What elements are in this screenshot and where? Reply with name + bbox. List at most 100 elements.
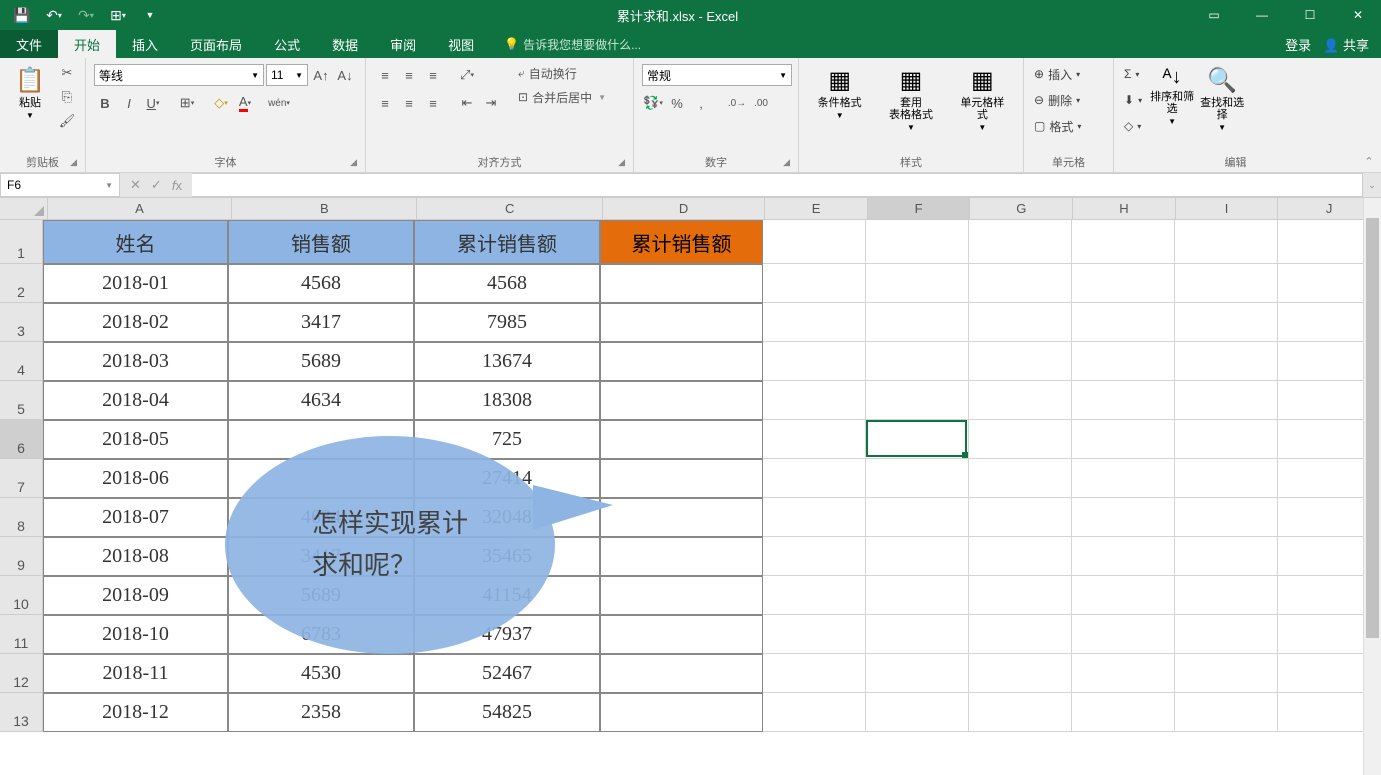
cell-I3[interactable] (1175, 303, 1278, 342)
cell-G11[interactable] (969, 615, 1072, 654)
fill-color-button[interactable]: ◇▾ (210, 92, 232, 114)
ribbon-options-icon[interactable]: ▭ (1191, 0, 1237, 30)
tab-data[interactable]: 数据 (316, 30, 374, 58)
align-top-icon[interactable]: ≡ (374, 64, 396, 86)
cell-H5[interactable] (1072, 381, 1175, 420)
share-button[interactable]: 👤 共享 (1323, 35, 1369, 54)
cut-icon[interactable]: ✂ (56, 62, 78, 84)
format-table-button[interactable]: ▦套用 表格格式▼ (887, 62, 935, 136)
close-icon[interactable]: ✕ (1335, 0, 1381, 30)
cell-A10[interactable]: 2018-09 (43, 576, 228, 615)
col-header-D[interactable]: D (603, 198, 765, 220)
cell-F13[interactable] (866, 693, 969, 732)
row-header-10[interactable]: 10 (0, 576, 43, 615)
cell-A12[interactable]: 2018-11 (43, 654, 228, 693)
font-name-combo[interactable]: 等线▼ (94, 64, 264, 86)
name-box[interactable]: F6▼ (0, 173, 120, 197)
cell-A13[interactable]: 2018-12 (43, 693, 228, 732)
cell-D6[interactable] (600, 420, 763, 459)
cell-G7[interactable] (969, 459, 1072, 498)
cell-I4[interactable] (1175, 342, 1278, 381)
expand-formula-icon[interactable]: ⌄ (1363, 173, 1381, 197)
underline-button[interactable]: U▾ (142, 92, 164, 114)
align-bottom-icon[interactable]: ≡ (422, 64, 444, 86)
select-all-corner[interactable] (0, 198, 48, 220)
minimize-icon[interactable]: — (1239, 0, 1285, 30)
cell-E3[interactable] (763, 303, 866, 342)
cell-C4[interactable]: 13674 (414, 342, 600, 381)
cell-D10[interactable] (600, 576, 763, 615)
dialog-launcher-icon[interactable]: ◢ (70, 157, 77, 168)
cell-E6[interactable] (763, 420, 866, 459)
delete-cells-button[interactable]: ⊖删除▾ (1030, 88, 1107, 112)
cell-F9[interactable] (866, 537, 969, 576)
col-header-B[interactable]: B (232, 198, 417, 220)
border-button[interactable]: ⊞▾ (176, 92, 198, 114)
col-header-C[interactable]: C (417, 198, 602, 220)
worksheet-grid[interactable]: ABCDEFGHIJ12345678910111213姓名销售额累计销售额累计销… (0, 198, 1381, 775)
cell-G9[interactable] (969, 537, 1072, 576)
dialog-launcher-icon[interactable]: ◢ (350, 157, 357, 168)
cell-D7[interactable] (600, 459, 763, 498)
cell-H13[interactable] (1072, 693, 1175, 732)
cell-I1[interactable] (1175, 220, 1278, 264)
cell-I13[interactable] (1175, 693, 1278, 732)
redo-icon[interactable]: ↷▾ (72, 3, 100, 27)
cell-B1[interactable]: 销售额 (228, 220, 414, 264)
tab-layout[interactable]: 页面布局 (174, 30, 258, 58)
cell-H7[interactable] (1072, 459, 1175, 498)
cell-F10[interactable] (866, 576, 969, 615)
align-left-icon[interactable]: ≡ (374, 92, 396, 114)
orientation-icon[interactable]: ⤢▾ (456, 64, 478, 86)
tab-view[interactable]: 视图 (432, 30, 490, 58)
col-header-A[interactable]: A (48, 198, 232, 220)
cell-A4[interactable]: 2018-03 (43, 342, 228, 381)
cell-styles-button[interactable]: ▦单元格样式▼ (958, 62, 1006, 136)
cell-E4[interactable] (763, 342, 866, 381)
col-header-I[interactable]: I (1176, 198, 1279, 220)
cell-E1[interactable] (763, 220, 866, 264)
tab-insert[interactable]: 插入 (116, 30, 174, 58)
cell-F5[interactable] (866, 381, 969, 420)
row-header-9[interactable]: 9 (0, 537, 43, 576)
decrease-indent-icon[interactable]: ⇤ (456, 92, 478, 114)
cell-D8[interactable] (600, 498, 763, 537)
cell-A5[interactable]: 2018-04 (43, 381, 228, 420)
cell-B3[interactable]: 3417 (228, 303, 414, 342)
cell-D11[interactable] (600, 615, 763, 654)
cell-G2[interactable] (969, 264, 1072, 303)
cell-C1[interactable]: 累计销售额 (414, 220, 600, 264)
cell-A3[interactable]: 2018-02 (43, 303, 228, 342)
cell-D1[interactable]: 累计销售额 (600, 220, 763, 264)
cell-G3[interactable] (969, 303, 1072, 342)
col-header-E[interactable]: E (765, 198, 868, 220)
cancel-formula-icon[interactable]: ✕ (130, 177, 141, 193)
align-right-icon[interactable]: ≡ (422, 92, 444, 114)
format-painter-icon[interactable]: 🖌 (56, 110, 78, 132)
cell-B4[interactable]: 5689 (228, 342, 414, 381)
collapse-ribbon-icon[interactable]: ⌃ (1364, 155, 1373, 168)
sort-filter-button[interactable]: ᴬ↓排序和筛选▼ (1148, 62, 1196, 130)
conditional-format-button[interactable]: ▦条件格式▼ (816, 62, 864, 124)
cell-G1[interactable] (969, 220, 1072, 264)
cell-C12[interactable]: 52467 (414, 654, 600, 693)
cell-G6[interactable] (969, 420, 1072, 459)
tab-review[interactable]: 审阅 (374, 30, 432, 58)
font-size-combo[interactable]: 11▼ (266, 64, 308, 86)
cell-A7[interactable]: 2018-06 (43, 459, 228, 498)
cell-A11[interactable]: 2018-10 (43, 615, 228, 654)
row-header-5[interactable]: 5 (0, 381, 43, 420)
cell-E8[interactable] (763, 498, 866, 537)
cell-I2[interactable] (1175, 264, 1278, 303)
cell-E10[interactable] (763, 576, 866, 615)
row-header-4[interactable]: 4 (0, 342, 43, 381)
currency-icon[interactable]: 💱▾ (642, 92, 664, 114)
cell-A6[interactable]: 2018-05 (43, 420, 228, 459)
cell-I8[interactable] (1175, 498, 1278, 537)
cell-F1[interactable] (866, 220, 969, 264)
cell-F3[interactable] (866, 303, 969, 342)
row-header-7[interactable]: 7 (0, 459, 43, 498)
decrease-decimal-icon[interactable]: .00 (750, 92, 772, 114)
dialog-launcher-icon[interactable]: ◢ (783, 157, 790, 168)
col-header-G[interactable]: G (970, 198, 1073, 220)
